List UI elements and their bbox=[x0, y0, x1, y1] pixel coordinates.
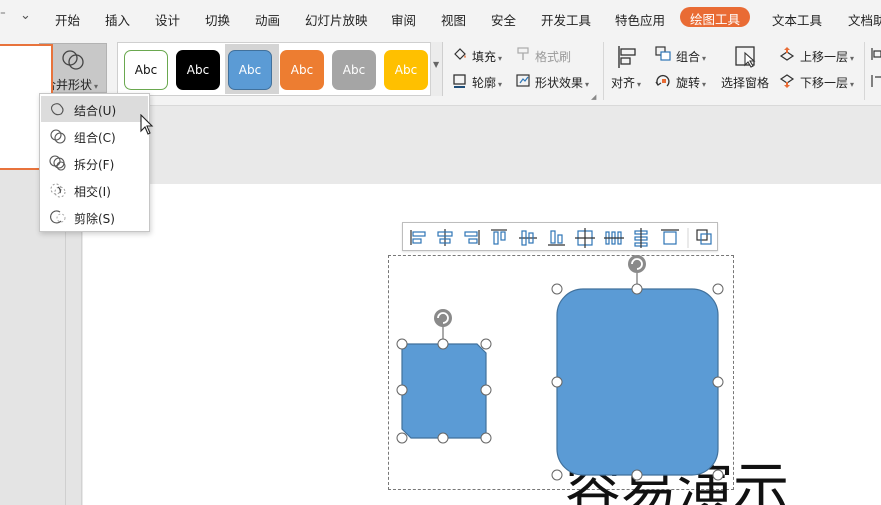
large-rounded-rectangle-shape[interactable] bbox=[556, 288, 719, 476]
menu-item-label: 拆分(F) bbox=[74, 158, 115, 172]
menu-item-label: 相交(I) bbox=[74, 185, 111, 199]
rotate-handle-icon[interactable] bbox=[628, 255, 646, 273]
menu-item-label: 组合(C) bbox=[74, 131, 116, 145]
menu-item-fragment[interactable]: 拆分(F) bbox=[41, 150, 148, 176]
intersect-icon bbox=[50, 183, 66, 198]
menu-item-combine[interactable]: 组合(C) bbox=[41, 123, 148, 149]
merge-shapes-menu: 结合(U) 组合(C) 拆分(F) 相交(I) 剪除(S) bbox=[39, 93, 150, 232]
small-snipped-square-shape[interactable] bbox=[401, 343, 487, 439]
menu-item-label: 结合(U) bbox=[74, 104, 117, 118]
union-icon bbox=[50, 103, 64, 116]
combine-icon bbox=[50, 129, 66, 144]
rotate-handle-icon[interactable] bbox=[434, 309, 452, 327]
menu-item-union[interactable]: 结合(U) bbox=[41, 96, 148, 122]
menu-item-intersect[interactable]: 相交(I) bbox=[41, 177, 148, 203]
subtract-icon bbox=[50, 210, 66, 224]
mouse-pointer-icon bbox=[140, 114, 154, 135]
shapes-layer bbox=[396, 255, 724, 481]
menu-item-label: 剪除(S) bbox=[74, 212, 115, 226]
fragment-icon bbox=[49, 155, 66, 171]
menu-item-subtract[interactable]: 剪除(S) bbox=[41, 204, 148, 230]
